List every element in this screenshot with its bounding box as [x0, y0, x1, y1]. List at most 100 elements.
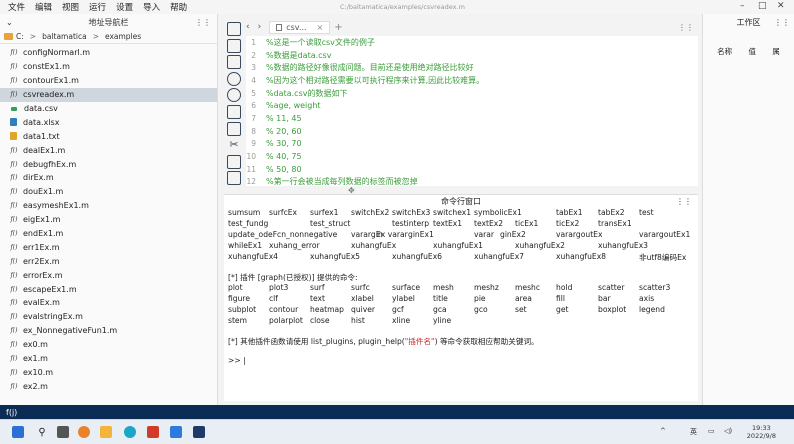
file-item[interactable]: data.csv: [0, 102, 217, 116]
file-item[interactable]: f() douEx1.m: [0, 185, 217, 199]
chevron-left-icon[interactable]: ‹: [246, 22, 250, 32]
taskbar: ⚲ ^ 英 ▭ ◁) 19:33 2022/9/8: [0, 419, 794, 444]
save-icon[interactable]: [227, 55, 241, 70]
tab-csvreadex[interactable]: csv... ×: [269, 20, 331, 34]
file-item[interactable]: f() ex_NonnegativeFun1.m: [0, 324, 217, 338]
file-item[interactable]: f() debugfhEx.m: [0, 157, 217, 171]
chevron-right-icon[interactable]: ›: [258, 22, 262, 32]
menu-run[interactable]: 运行: [89, 1, 106, 13]
command-name: gcf: [392, 305, 404, 314]
menu-settings[interactable]: 设置: [116, 1, 133, 13]
file-item[interactable]: f() errorEx.m: [0, 268, 217, 282]
command-name: scatter: [598, 283, 625, 292]
wps-icon[interactable]: [147, 426, 159, 438]
file-item[interactable]: f() csvreadex.m: [0, 87, 217, 102]
menu-edit[interactable]: 编辑: [35, 1, 52, 13]
mail-icon[interactable]: [170, 426, 182, 438]
command-name: get: [556, 305, 569, 314]
clock[interactable]: 19:33 2022/9/8: [747, 424, 776, 440]
task-view-icon[interactable]: [57, 426, 69, 438]
file-item[interactable]: f() constEx1.m: [0, 60, 217, 74]
code-line: 12 %第一行会被当成每列数据的标签而被忽掉: [246, 176, 698, 186]
menu-import[interactable]: 导入: [143, 1, 160, 13]
menu-view[interactable]: 视图: [62, 1, 79, 13]
network-icon[interactable]: ▭: [708, 427, 715, 435]
maximize-icon[interactable]: □: [758, 1, 767, 11]
file-item[interactable]: f() endEx1.m: [0, 227, 217, 241]
command-name: tabEx2: [598, 208, 625, 217]
windows-start-icon[interactable]: [12, 426, 24, 438]
volume-icon[interactable]: ◁): [724, 427, 732, 435]
file-item[interactable]: f() escapeEx1.m: [0, 282, 217, 296]
breadcrumb-drive[interactable]: C:: [16, 32, 24, 41]
code-editor[interactable]: 1 %这是一个读取csv文件的例子 2 %数据是data.csv 3 %数据的路径好像很成…: [246, 36, 698, 186]
file-item[interactable]: f() evalstringEx.m: [0, 310, 217, 324]
edge-icon[interactable]: [124, 426, 136, 438]
new-tab-icon[interactable]: +: [334, 22, 342, 33]
command-name: mesh: [433, 283, 454, 292]
code-comment: %数据是data.csv: [266, 50, 332, 60]
undo-icon[interactable]: [227, 71, 241, 86]
column-value[interactable]: 值: [748, 46, 756, 57]
function-file-icon: f(): [10, 202, 18, 210]
minimize-icon[interactable]: –: [740, 1, 745, 11]
file-item[interactable]: f() easymeshEx1.m: [0, 199, 217, 213]
file-item[interactable]: f() ex2.m: [0, 379, 217, 393]
command-name: xuhangfuEx1: [433, 241, 484, 250]
copy-icon[interactable]: [227, 104, 241, 119]
command-name: text: [310, 294, 325, 303]
baltamatica-icon[interactable]: [193, 426, 205, 438]
open-folder-icon[interactable]: [227, 38, 241, 53]
paste-icon[interactable]: [227, 121, 241, 136]
scissors-icon[interactable]: ✂: [227, 138, 241, 152]
close-icon[interactable]: ✕: [777, 1, 785, 11]
search-icon[interactable]: ⚲: [36, 426, 48, 438]
run-icon[interactable]: [227, 171, 241, 186]
breadcrumb-baltamatica[interactable]: baltamatica: [42, 32, 87, 41]
file-item[interactable]: f() ex0.m: [0, 338, 217, 352]
firefox-icon[interactable]: [78, 426, 90, 438]
file-item[interactable]: f() eigEx1.m: [0, 213, 217, 227]
file-item[interactable]: f() err2Ex.m: [0, 254, 217, 268]
file-item[interactable]: f() dirEx.m: [0, 171, 217, 185]
clock-date: 2022/9/8: [746, 432, 776, 440]
file-item[interactable]: data.xlsx: [0, 115, 217, 129]
command-name: surface: [392, 283, 421, 292]
column-attr[interactable]: 属: [772, 46, 780, 57]
function-file-icon: f(): [10, 368, 18, 376]
command-window[interactable]: 命令行窗口 ⋮⋮ sumsum surfcEx surfex1 switchEx2 sw…: [224, 194, 698, 401]
command-name: clf: [269, 294, 278, 303]
menu-help[interactable]: 帮助: [170, 1, 187, 13]
command-name: plot: [228, 283, 243, 292]
find-icon[interactable]: [227, 154, 241, 169]
file-item[interactable]: f() err1Ex.m: [0, 240, 217, 254]
menu-file[interactable]: 文件: [8, 1, 25, 13]
more-options-icon[interactable]: ⋮⋮: [774, 18, 790, 27]
ime-indicator[interactable]: 英: [690, 427, 697, 437]
function-file-icon: f(): [10, 146, 18, 154]
command-name: ginEx2: [500, 230, 526, 239]
file-item[interactable]: f() ex10.m: [0, 365, 217, 379]
file-item[interactable]: f() contourEx1.m: [0, 74, 217, 88]
more-options-icon[interactable]: ⋮⋮: [678, 23, 694, 32]
function-file-icon: f(): [10, 77, 18, 85]
chevron-down-icon[interactable]: ⌄: [6, 18, 13, 27]
tray-chevron-icon[interactable]: ^: [660, 427, 666, 435]
file-item[interactable]: f() evalEx.m: [0, 296, 217, 310]
more-options-icon[interactable]: ⋮⋮: [195, 18, 211, 27]
more-options-icon[interactable]: ⋮⋮: [676, 197, 692, 206]
command-prompt[interactable]: >> |: [228, 356, 698, 367]
file-explorer-icon[interactable]: [100, 426, 112, 438]
file-item[interactable]: f() ex1.m: [0, 352, 217, 366]
redo-icon[interactable]: [227, 88, 241, 103]
file-item[interactable]: f() dealEx1.m: [0, 143, 217, 157]
plugin-command-row: figure clf text xlabel ylabel title pie area fil…: [228, 294, 698, 305]
new-file-icon[interactable]: [227, 22, 241, 36]
breadcrumb-examples[interactable]: examples: [105, 32, 141, 41]
file-item[interactable]: data1.txt: [0, 129, 217, 143]
tab-close-icon[interactable]: ×: [317, 23, 324, 32]
file-item[interactable]: f() configNormarl.m: [0, 46, 217, 60]
column-name[interactable]: 名称: [717, 46, 732, 57]
command-name: xuhangfuEx2: [515, 241, 566, 250]
line-number: 11: [246, 164, 256, 174]
